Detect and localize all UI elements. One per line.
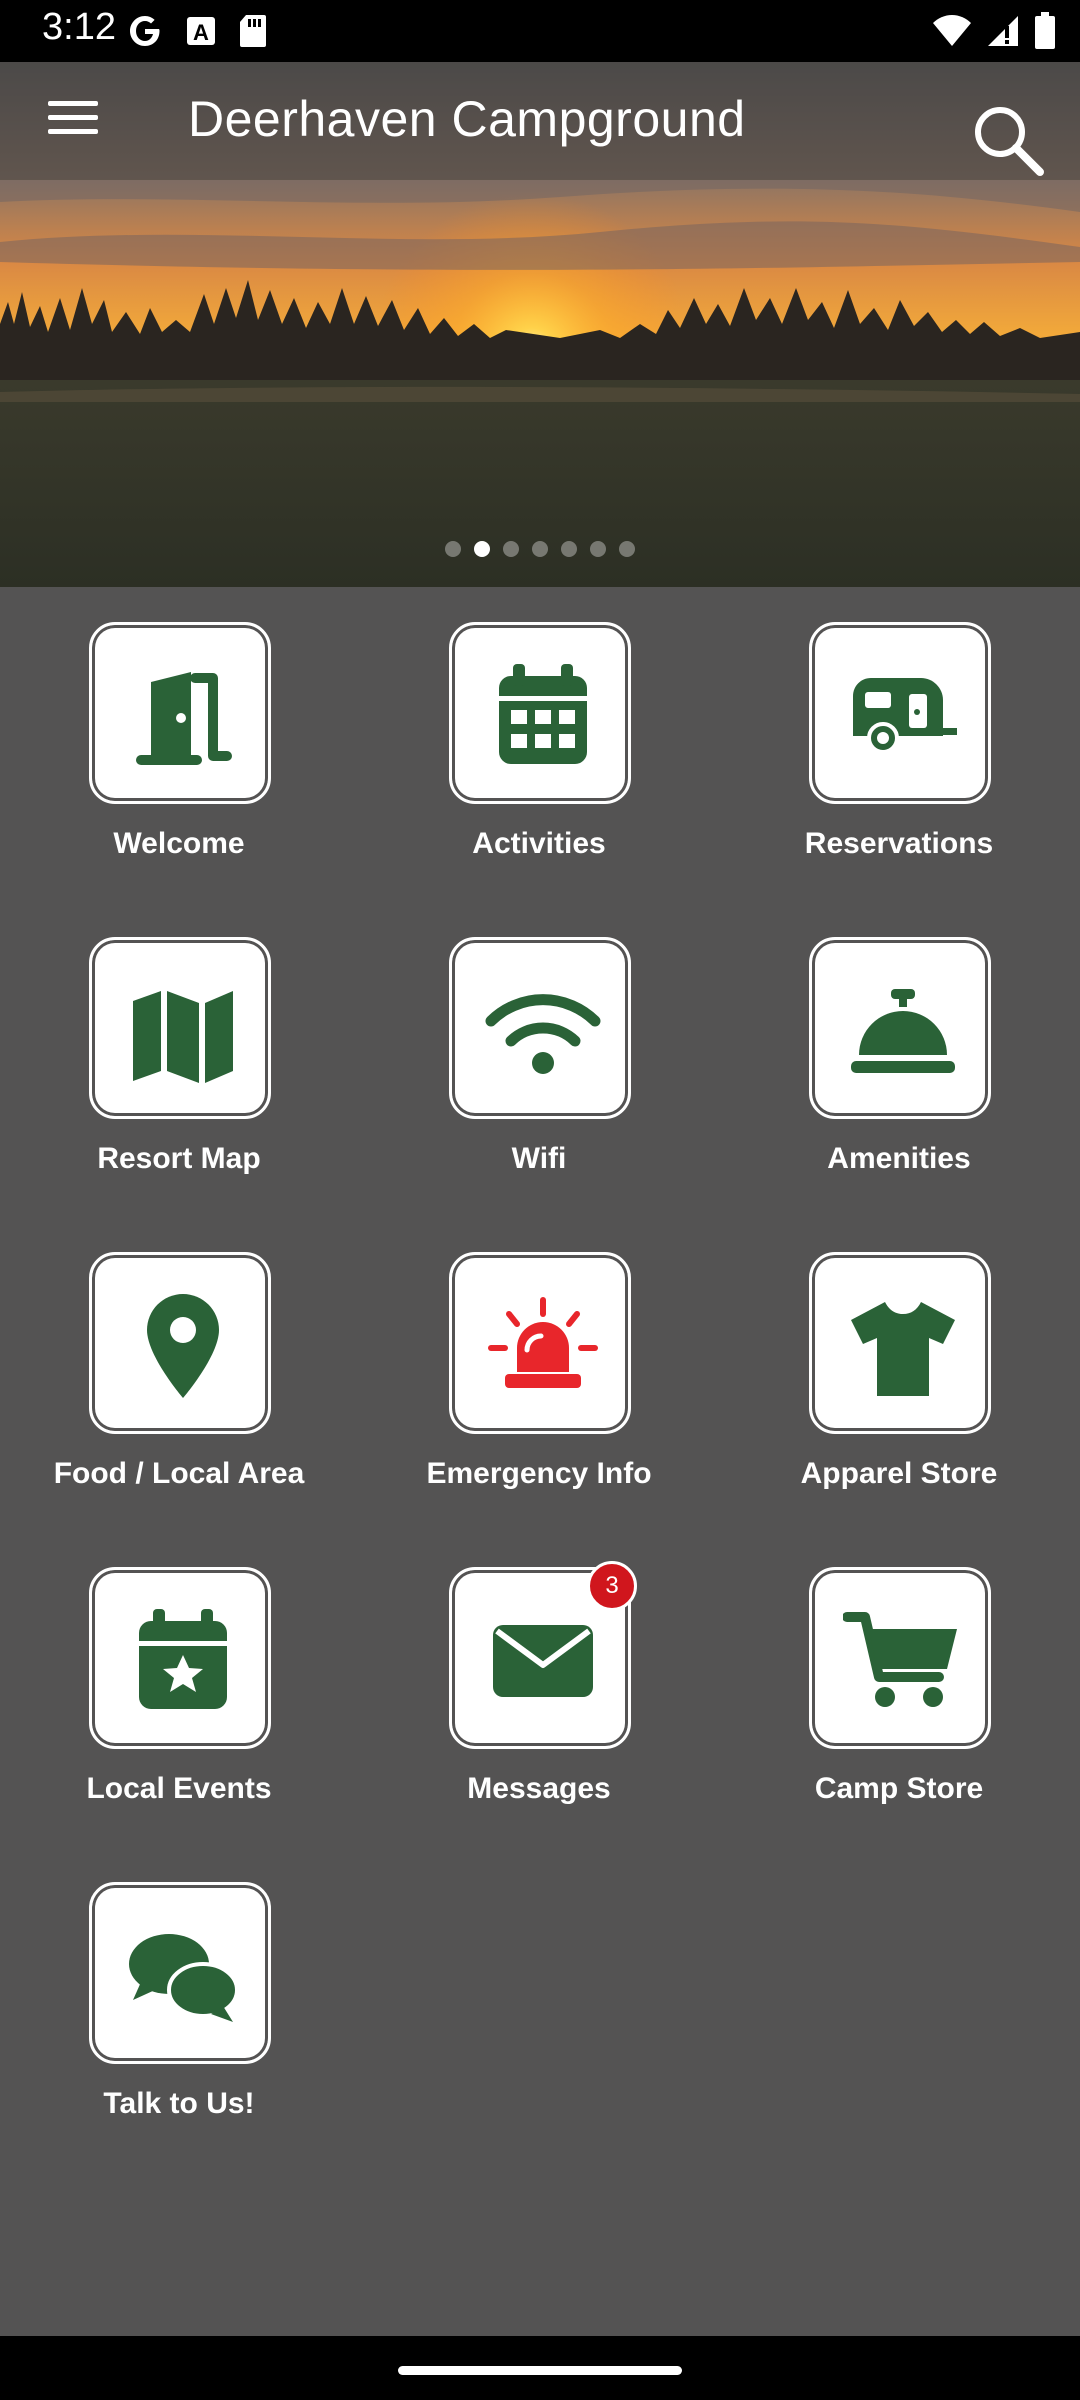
signal-icon bbox=[988, 16, 1018, 46]
tile-icon-box bbox=[809, 937, 991, 1119]
status-time: 3:12 bbox=[42, 6, 116, 48]
battery-icon bbox=[1035, 12, 1055, 49]
tile-food-local-area[interactable]: Food / Local Area bbox=[29, 1252, 329, 1512]
carousel-dot[interactable] bbox=[503, 541, 519, 557]
tile-icon-box bbox=[449, 622, 631, 804]
app-bar: Deerhaven Campground bbox=[0, 62, 1080, 180]
chat-bubbles-icon bbox=[129, 1934, 239, 2022]
wifi-icon bbox=[485, 994, 601, 1074]
carousel-dot[interactable] bbox=[590, 541, 606, 557]
tile-local-events[interactable]: Local Events bbox=[29, 1567, 329, 1827]
tile-wifi[interactable]: Wifi bbox=[389, 937, 689, 1197]
carousel-dot[interactable] bbox=[619, 541, 635, 557]
tile-icon-box bbox=[449, 1252, 631, 1434]
tile-icon-box bbox=[449, 937, 631, 1119]
tile-label: Messages bbox=[467, 1772, 611, 1805]
tile-emergency-info[interactable]: Emergency Info bbox=[389, 1252, 689, 1512]
tile-icon-box bbox=[89, 1252, 271, 1434]
camper-trailer-icon bbox=[853, 678, 957, 754]
search-icon[interactable] bbox=[968, 100, 1048, 180]
tile-talk-to-us[interactable]: Talk to Us! bbox=[29, 1882, 329, 2142]
carousel-dot[interactable] bbox=[532, 541, 548, 557]
tile-apparel-store[interactable]: Apparel Store bbox=[749, 1252, 1049, 1512]
tile-icon-box bbox=[89, 937, 271, 1119]
svg-text:A: A bbox=[193, 20, 209, 45]
tile-resort-map[interactable]: Resort Map bbox=[29, 937, 329, 1197]
tile-label: Resort Map bbox=[97, 1142, 261, 1175]
tile-label: Apparel Store bbox=[800, 1457, 998, 1490]
calendar-icon bbox=[499, 664, 587, 764]
map-pin-icon bbox=[147, 1294, 219, 1398]
tile-label: Talk to Us! bbox=[103, 2087, 255, 2120]
calendar-star-icon bbox=[139, 1609, 227, 1709]
app-title: Deerhaven Campground bbox=[188, 91, 746, 147]
unread-count-badge: 3 bbox=[587, 1561, 637, 1611]
tile-label: Reservations bbox=[804, 827, 994, 860]
tile-icon-box bbox=[809, 1252, 991, 1434]
tile-icon-box bbox=[809, 1567, 991, 1749]
carousel-dot[interactable] bbox=[561, 541, 577, 557]
shopping-cart-icon bbox=[843, 1612, 957, 1707]
tile-label: Local Events bbox=[86, 1772, 272, 1805]
tile-icon-box bbox=[89, 1882, 271, 2064]
tile-activities[interactable]: Activities bbox=[389, 622, 689, 882]
tile-messages[interactable]: 3 Messages bbox=[389, 1561, 689, 1827]
wifi-icon bbox=[933, 15, 971, 46]
tile-label: Camp Store bbox=[814, 1772, 984, 1805]
tile-icon-box bbox=[89, 1567, 271, 1749]
tile-label: Wifi bbox=[511, 1142, 567, 1175]
google-icon bbox=[130, 16, 160, 46]
map-icon bbox=[133, 991, 233, 1083]
status-bar: 3:12 A bbox=[0, 0, 1080, 62]
sd-card-icon bbox=[240, 15, 266, 47]
tile-icon-box bbox=[809, 622, 991, 804]
text-a-icon: A bbox=[187, 17, 215, 45]
tile-label: Food / Local Area bbox=[53, 1457, 305, 1490]
envelope-icon bbox=[493, 1625, 593, 1697]
tile-camp-store[interactable]: Camp Store bbox=[749, 1567, 1049, 1827]
tile-label: Emergency Info bbox=[426, 1457, 652, 1490]
tile-amenities[interactable]: Amenities bbox=[749, 937, 1049, 1197]
tile-label: Welcome bbox=[113, 827, 245, 860]
home-gesture-handle[interactable] bbox=[398, 2366, 682, 2375]
tile-icon-box bbox=[89, 622, 271, 804]
tile-label: Activities bbox=[472, 827, 606, 860]
tile-label: Amenities bbox=[827, 1142, 971, 1175]
carousel-dot[interactable] bbox=[445, 541, 461, 557]
tile-welcome[interactable]: Welcome bbox=[29, 622, 329, 882]
siren-icon bbox=[488, 1297, 598, 1388]
concierge-bell-icon bbox=[851, 989, 955, 1073]
tile-reservations[interactable]: Reservations bbox=[749, 622, 1049, 882]
carousel-indicator bbox=[0, 541, 1080, 557]
carousel-dot-active[interactable] bbox=[474, 541, 490, 557]
door-open-icon bbox=[136, 672, 232, 765]
t-shirt-icon bbox=[851, 1302, 955, 1396]
hamburger-menu-icon[interactable] bbox=[40, 92, 106, 152]
